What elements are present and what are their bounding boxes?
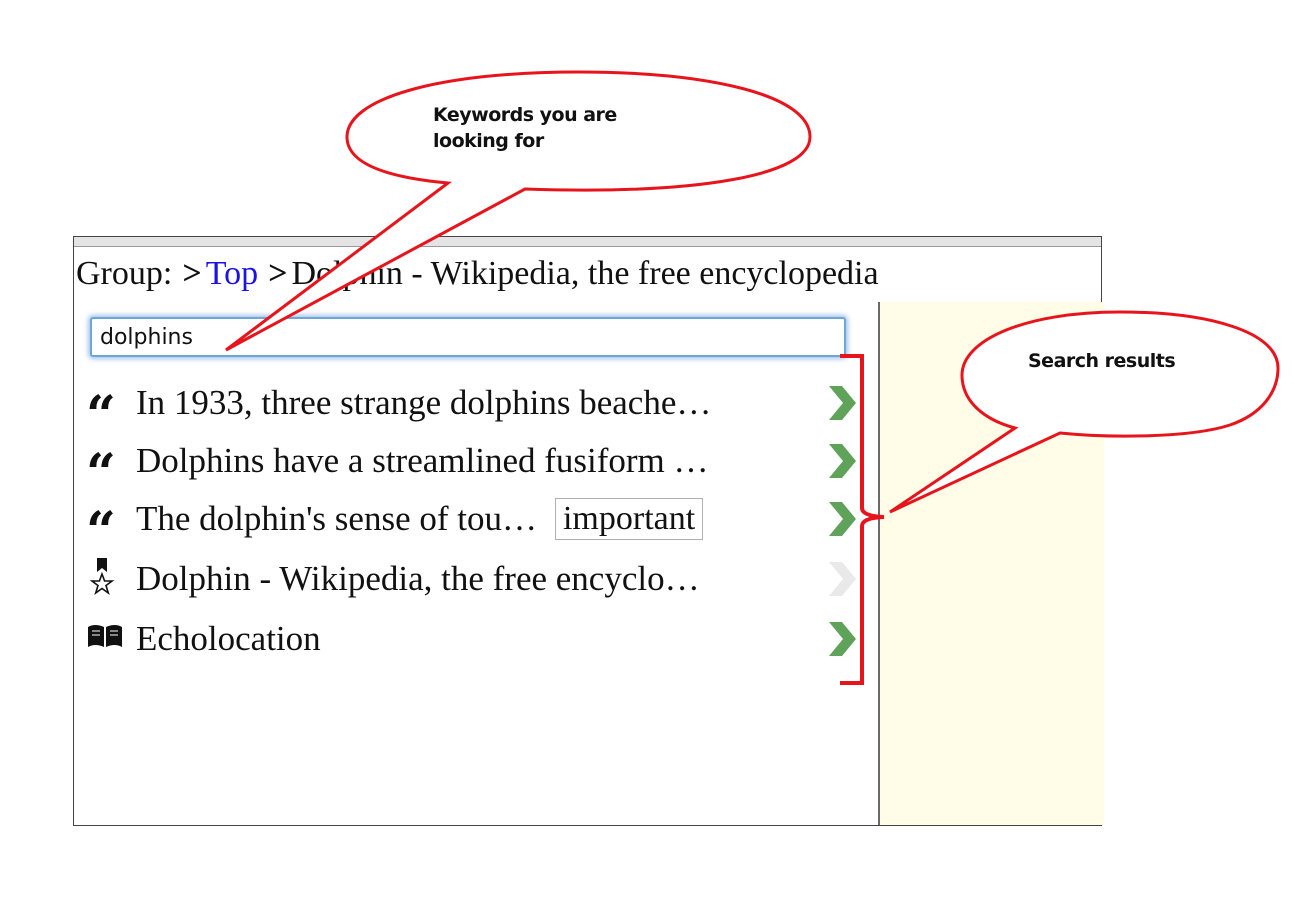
result-text: In 1933, three strange dolphins beache…: [136, 383, 712, 422]
keywords-callout-line: Keywords you are: [433, 104, 617, 126]
bookmark-star-icon: [86, 556, 136, 602]
result-text: Dolphins have a streamlined fusiform …: [136, 441, 709, 480]
breadcrumb-group-label: Group:: [76, 255, 173, 292]
breadcrumb-separator: >: [268, 255, 288, 292]
breadcrumb-current: Dolphin - Wikipedia, the free encycloped…: [291, 255, 879, 292]
breadcrumb: Group: > Top > Dolphin - Wikipedia, the free…: [76, 251, 885, 297]
result-row[interactable]: “ The dolphin's sense of tou… important: [86, 491, 856, 558]
tag-badge[interactable]: important: [554, 498, 704, 540]
side-panel: [878, 302, 1104, 825]
chevron-right-icon[interactable]: [822, 384, 860, 422]
chevron-right-icon[interactable]: [822, 620, 860, 658]
keywords-callout-line: looking for: [433, 130, 544, 152]
keywords-callout-text: Keywords you are looking for: [433, 102, 617, 154]
result-text: The dolphin's sense of tou…: [136, 499, 537, 538]
search-input[interactable]: [90, 317, 846, 357]
outline-window: Group: > Top > Dolphin - Wikipedia, the free…: [73, 236, 1104, 826]
result-text: Echolocation: [136, 619, 321, 658]
book-icon: [86, 621, 136, 657]
chevron-right-icon[interactable]: [822, 442, 860, 480]
results-callout-text: Search results: [1028, 350, 1176, 372]
result-row[interactable]: “ Dolphins have a streamlined fusiform …: [86, 433, 856, 500]
result-text: Dolphin - Wikipedia, the free encyclo…: [136, 559, 700, 598]
chevron-right-icon: [829, 562, 856, 596]
result-row[interactable]: “ In 1933, three strange dolphins beache…: [86, 375, 856, 442]
chevron-right-icon[interactable]: [822, 500, 860, 538]
result-row[interactable]: Echolocation: [86, 611, 856, 667]
result-row[interactable]: Dolphin - Wikipedia, the free encyclo…: [86, 551, 856, 607]
breadcrumb-top-link[interactable]: Top: [206, 255, 258, 292]
window-topbar: [74, 237, 1101, 247]
breadcrumb-separator: >: [182, 255, 202, 292]
